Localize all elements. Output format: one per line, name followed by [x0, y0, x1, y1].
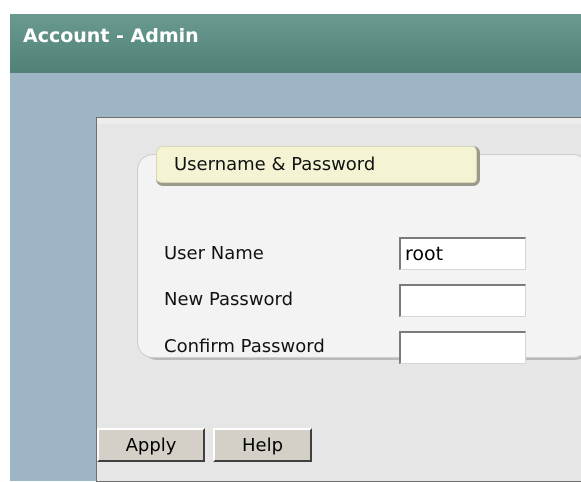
new-password-input[interactable]: [399, 284, 526, 317]
confirm-password-input[interactable]: [399, 331, 526, 364]
page-frame: Account - Admin Username & Password User…: [10, 14, 581, 482]
group-legend-label: Username & Password: [174, 154, 376, 175]
account-panel: Username & Password User Name New Passwo…: [96, 117, 581, 482]
new-password-label: New Password: [164, 289, 294, 310]
group-legend: Username & Password: [156, 146, 480, 186]
help-button[interactable]: Help: [213, 428, 312, 462]
username-input[interactable]: [399, 237, 526, 270]
username-label: User Name: [164, 243, 264, 264]
panel-highlight: [97, 118, 581, 124]
apply-button[interactable]: Apply: [97, 428, 205, 462]
page-title: Account - Admin: [23, 25, 199, 47]
confirm-password-label: Confirm Password: [164, 336, 325, 357]
title-bar: Account - Admin: [10, 14, 581, 73]
